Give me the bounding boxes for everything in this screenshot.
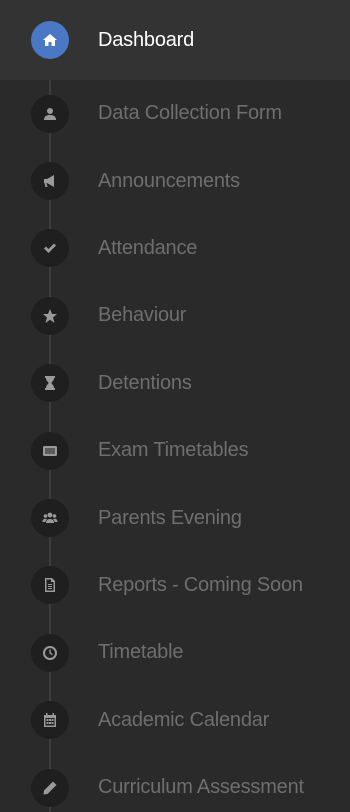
sidebar-item-curriculum-assessment[interactable]: Curriculum Assessment [0, 754, 350, 812]
sidebar-item-timetable[interactable]: Timetable [0, 619, 350, 686]
list-icon [31, 431, 69, 470]
home-icon [31, 21, 69, 59]
sidebar-item-label: Announcements [98, 169, 240, 192]
sidebar-item-reports-coming-soon[interactable]: Reports - Coming Soon [0, 552, 350, 619]
sidebar-item-parents-evening[interactable]: Parents Evening [0, 484, 350, 551]
sidebar-item-dashboard[interactable]: Dashboard [0, 0, 350, 80]
sidebar-item-announcements[interactable]: Announcements [0, 147, 350, 214]
megaphone-icon [31, 162, 69, 201]
sidebar-item-label: Curriculum Assessment [98, 776, 304, 799]
nav-list: Dashboard Data Collection Form Announcem… [0, 0, 350, 812]
sidebar-item-academic-calendar[interactable]: Academic Calendar [0, 687, 350, 754]
sidebar-item-label: Timetable [98, 641, 184, 664]
pencil-icon [31, 768, 69, 807]
sidebar-item-label: Parents Evening [98, 506, 242, 529]
sidebar-item-label: Data Collection Form [98, 102, 282, 125]
star-icon [31, 296, 69, 335]
sidebar-item-behaviour[interactable]: Behaviour [0, 282, 350, 349]
user-icon [31, 94, 69, 133]
sidebar-item-label: Dashboard [98, 28, 195, 51]
users-icon [31, 499, 69, 538]
document-icon [31, 566, 69, 605]
sidebar-item-exam-timetables[interactable]: Exam Timetables [0, 417, 350, 484]
sidebar-item-label: Detentions [98, 371, 192, 394]
sidebar-item-attendance[interactable]: Attendance [0, 215, 350, 282]
sidebar-item-label: Exam Timetables [98, 439, 249, 462]
sidebar-item-data-collection-form[interactable]: Data Collection Form [0, 80, 350, 147]
clock-icon [31, 633, 69, 672]
sidebar-item-label: Reports - Coming Soon [98, 573, 303, 596]
sidebar: Dashboard Data Collection Form Announcem… [0, 0, 350, 812]
sidebar-item-detentions[interactable]: Detentions [0, 350, 350, 417]
check-icon [31, 229, 69, 268]
sidebar-item-label: Behaviour [98, 304, 187, 327]
calendar-icon [31, 701, 69, 740]
sidebar-item-label: Attendance [98, 236, 198, 259]
sidebar-item-label: Academic Calendar [98, 708, 270, 731]
hourglass-icon [31, 364, 69, 403]
